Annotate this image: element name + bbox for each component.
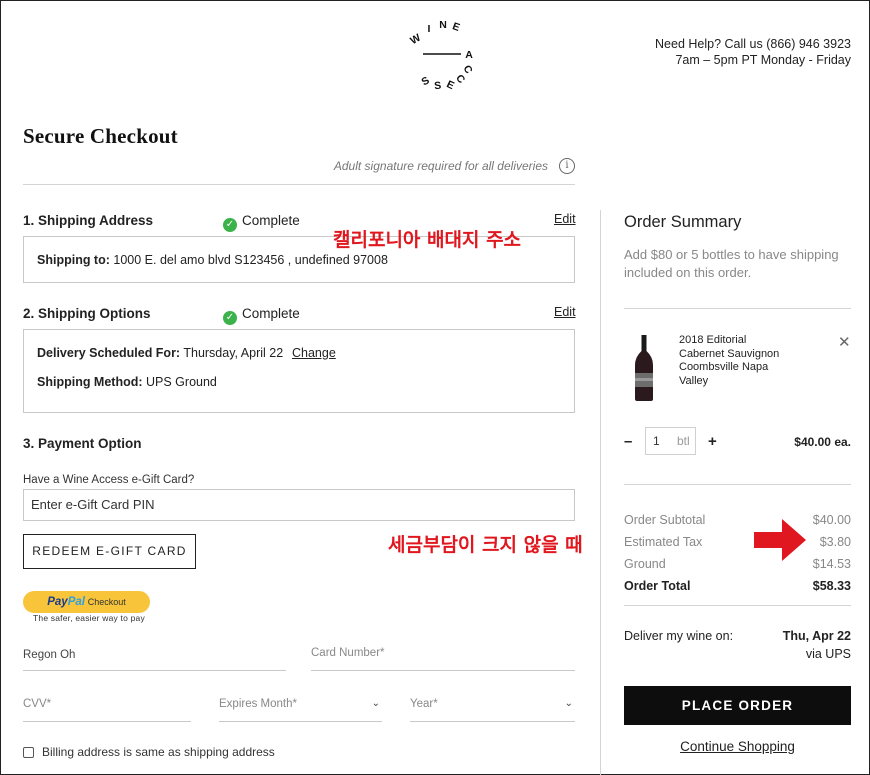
redeem-gift-card-button[interactable]: REDEEM E-GIFT CARD [23,534,196,569]
gift-card-label: Have a Wine Access e-Gift Card? [23,474,195,486]
card-number-placeholder: Card Number* [311,647,385,659]
product-name: 2018 Editorial Cabernet Sauvignon Coombs… [679,334,809,388]
product-name-line: Cabernet Sauvignon [679,347,780,360]
change-delivery-link[interactable]: Change [292,346,336,360]
quantity-decrease-button[interactable]: – [624,433,632,450]
shipping-options-status: ✓ Complete [223,306,300,325]
svg-text:A: A [465,49,473,61]
remove-item-icon[interactable]: ✕ [838,333,851,351]
year-placeholder: Year* [410,698,438,710]
paypal-checkout-text: Checkout [87,597,126,607]
ca-address-annotation: 캘리포니아 배대지 주소 [333,229,522,251]
quantity-unit: btl [677,434,690,448]
tax-label: Estimated Tax [624,535,703,549]
shipping-address-status: ✓ Complete [223,213,300,232]
year-select[interactable]: Year* ⌄ [410,698,575,722]
cardholder-name-field[interactable]: Regon Oh [23,649,286,671]
shipping-label: Ground [624,557,666,571]
shipping-address-line: Shipping to: 1000 E. del amo blvd S12345… [37,253,388,267]
deliver-via: via UPS [805,647,851,661]
quantity-value: 1 [653,434,660,448]
cvv-field[interactable]: CVV* [23,698,191,722]
svg-text:N: N [439,19,447,31]
edit-shipping-options-link[interactable]: Edit [554,305,576,319]
sidebar-divider [600,210,601,775]
help-contact: Need Help? Call us (866) 946 3923 7am – … [655,36,851,68]
cvv-placeholder: CVV* [23,698,52,710]
delivery-scheduled-line: Delivery Scheduled For: Thursday, April … [37,346,283,360]
summary-divider [624,308,851,309]
check-icon: ✓ [223,311,237,325]
svg-text:S: S [434,80,442,93]
card-number-field[interactable]: Card Number* [311,647,575,671]
unit-price: $40.00 ea. [794,435,851,449]
gift-card-pin-input[interactable]: Enter e-Gift Card PIN [23,489,575,521]
wine-bottle-image[interactable] [632,335,656,401]
paypal-tagline: The safer, easier way to pay [33,613,145,623]
quantity-stepper[interactable]: 1 btl [645,427,696,455]
order-total-label: Order Total [624,579,691,593]
total-divider [624,605,851,606]
continue-shopping-link[interactable]: Continue Shopping [624,739,851,754]
quantity-increase-button[interactable]: + [708,433,717,450]
tax-annotation: 세금부담이 크지 않을 때 [388,534,583,556]
delivery-value: Thursday, April 22 [180,346,284,360]
wine-access-logo[interactable]: N I W E A C C E S S [405,18,481,94]
red-arrow-icon [754,519,806,561]
order-summary-title: Order Summary [624,213,742,231]
svg-text:W: W [408,32,423,47]
shipping-to-value: 1000 E. del amo blvd S123456 , undefined… [109,253,388,267]
shipping-to-label: Shipping to: [37,253,110,267]
delivery-label: Delivery Scheduled For: [37,346,181,360]
expires-month-select[interactable]: Expires Month* ⌄ [219,698,382,722]
shipping-options-title: 2. Shipping Options [23,306,151,321]
expires-month-placeholder: Expires Month* [219,698,297,710]
chevron-down-icon: ⌄ [371,698,380,709]
check-icon: ✓ [223,218,237,232]
method-value: UPS Ground [142,375,217,389]
paypal-checkout-button[interactable]: PayPal Checkout [23,591,150,613]
page-title: Secure Checkout [23,124,178,148]
status-label: Complete [242,306,300,321]
svg-text:E: E [451,20,462,34]
free-shipping-note: Add $80 or 5 bottles to have shipping in… [624,247,839,280]
billing-same-label: Billing address is same as shipping addr… [42,745,275,759]
svg-text:I: I [428,23,431,35]
shipping-options-box: Delivery Scheduled For: Thursday, April … [23,329,575,413]
payment-option-title: 3. Payment Option [23,436,142,451]
edit-shipping-address-link[interactable]: Edit [554,212,576,226]
paypal-pay-text: Pay [47,596,68,608]
shipping-method-line: Shipping Method: UPS Ground [37,375,217,389]
method-label: Shipping Method: [37,375,143,389]
order-total-value: $58.33 [812,579,851,593]
shipping-value: $14.53 [812,557,851,571]
status-label: Complete [242,213,300,228]
totals-divider [624,484,851,485]
subtotal-value: $40.00 [812,513,851,527]
cardholder-name-value: Regon Oh [23,649,76,661]
product-name-line: 2018 Editorial [679,334,747,346]
product-name-line: Valley [679,374,709,387]
adult-signature-notice: Adult signature required for all deliver… [333,159,548,173]
tax-value: $3.80 [819,535,851,549]
place-order-button[interactable]: PLACE ORDER [624,686,851,725]
deliver-label: Deliver my wine on: [624,629,734,643]
paypal-pal-text: Pal [67,596,85,608]
info-icon[interactable]: i [559,158,575,174]
title-divider [23,184,575,185]
deliver-date-value: Thu, Apr 22 [782,629,851,643]
help-phone: Need Help? Call us (866) 946 3923 [655,37,851,51]
svg-text:S: S [419,74,431,88]
subtotal-label: Order Subtotal [624,513,706,527]
svg-text:C: C [453,72,467,86]
help-hours: 7am – 5pm PT Monday - Friday [675,53,851,67]
billing-same-checkbox[interactable] [23,747,34,758]
svg-text:E: E [445,78,456,92]
deliver-date: Thu, Apr 22 via UPS [783,627,851,663]
product-name-line: Coombsville Napa [679,361,769,373]
chevron-down-icon: ⌄ [564,698,573,709]
shipping-address-title: 1. Shipping Address [23,213,154,228]
